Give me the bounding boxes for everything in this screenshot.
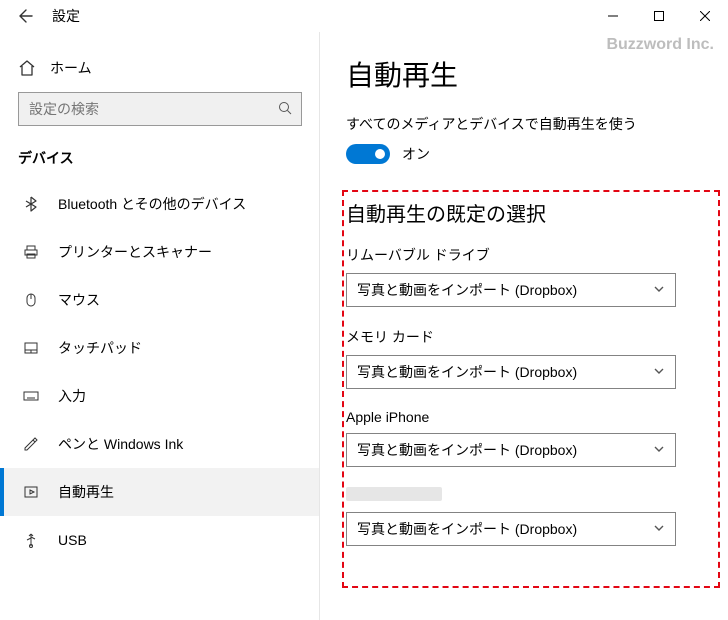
back-button[interactable] <box>6 0 46 32</box>
sidebar-item-keyboard[interactable]: 入力 <box>0 372 320 420</box>
sidebar-item-label: タッチパッド <box>58 338 142 358</box>
sidebar-item-touchpad[interactable]: タッチパッド <box>0 324 320 372</box>
maximize-button[interactable] <box>636 0 682 32</box>
sidebar-item-label: USB <box>58 532 87 548</box>
toggle-description: すべてのメディアとデバイスで自動再生を使う <box>346 114 702 134</box>
sidebar-item-printer[interactable]: プリンターとスキャナー <box>0 228 320 276</box>
mouse-icon <box>22 292 40 308</box>
usb-icon <box>22 532 40 548</box>
sidebar-section-label: デバイス <box>0 140 320 180</box>
touchpad-icon <box>22 340 40 356</box>
search-icon <box>277 100 293 119</box>
sidebar-item-usb[interactable]: USB <box>0 516 320 564</box>
sidebar-item-pen[interactable]: ペンと Windows Ink <box>0 420 320 468</box>
window-title: 設定 <box>46 6 80 26</box>
sidebar-item-label: 自動再生 <box>58 482 114 502</box>
toggle-state-label: オン <box>402 144 430 164</box>
sidebar-item-label: ペンと Windows Ink <box>58 434 183 454</box>
sidebar-item-autoplay[interactable]: 自動再生 <box>0 468 320 516</box>
printer-icon <box>22 244 40 260</box>
autoplay-toggle[interactable] <box>346 144 390 164</box>
sidebar-home[interactable]: ホーム <box>0 52 320 92</box>
keyboard-icon <box>22 388 40 404</box>
minimize-icon <box>608 11 618 21</box>
window-controls <box>590 0 728 32</box>
bluetooth-icon <box>22 196 40 212</box>
sidebar-item-mouse[interactable]: マウス <box>0 276 320 324</box>
minimize-button[interactable] <box>590 0 636 32</box>
sidebar-item-label: マウス <box>58 290 100 310</box>
watermark: Buzzword Inc. <box>606 36 714 54</box>
close-button[interactable] <box>682 0 728 32</box>
maximize-icon <box>654 11 664 21</box>
close-icon <box>700 11 710 21</box>
autoplay-icon <box>22 484 40 500</box>
sidebar-item-label: プリンターとスキャナー <box>58 242 212 262</box>
sidebar-item-label: Bluetooth とその他のデバイス <box>58 194 246 214</box>
annotation-highlight <box>342 190 720 588</box>
home-icon <box>18 59 36 77</box>
page-title: 自動再生 <box>346 54 702 94</box>
sidebar-item-bluetooth[interactable]: Bluetooth とその他のデバイス <box>0 180 320 228</box>
sidebar-home-label: ホーム <box>50 58 92 78</box>
sidebar: ホーム デバイス Bluetooth とその他のデバイスプリンターとスキャナーマ… <box>0 32 320 580</box>
search-input[interactable] <box>18 92 302 126</box>
search-field[interactable] <box>27 100 277 118</box>
sidebar-item-label: 入力 <box>58 386 86 406</box>
arrow-left-icon <box>18 8 34 24</box>
pen-icon <box>22 436 40 452</box>
